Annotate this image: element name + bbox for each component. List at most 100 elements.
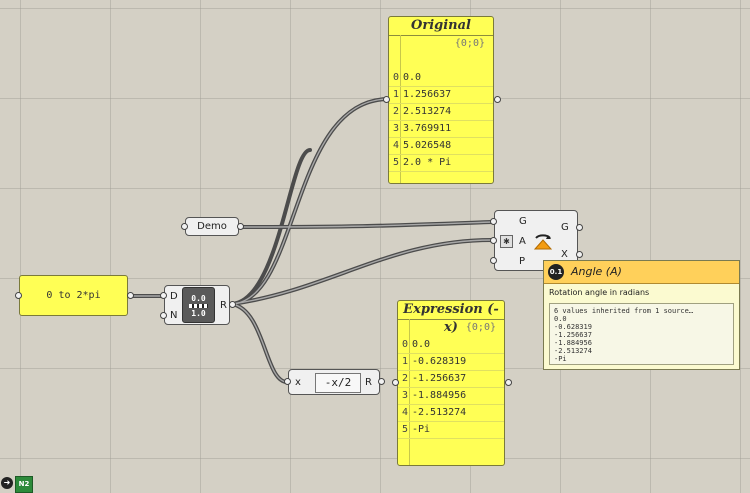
row-value: -1.884956 — [412, 390, 467, 401]
range-d-grip[interactable] — [160, 292, 167, 299]
panel-original[interactable]: Original {0;0} 0 0.0 1 1.256637 2 2.513274 3 3.… — [388, 16, 494, 184]
expression-output-r[interactable]: R — [365, 377, 372, 388]
number-param-icon: 0.1 — [548, 264, 564, 280]
tooltip-value-line: 6 values inherited from 1 source… — [554, 307, 694, 315]
row-value: 1.256637 — [403, 89, 452, 100]
row-index: 0 — [393, 72, 400, 83]
range-icon: 0.0 1.0 — [182, 287, 215, 323]
rotate-input-g[interactable]: G — [519, 216, 527, 227]
arrow-icon[interactable]: ➜ — [1, 477, 13, 489]
panel-expression-list: 0 0.0 1 -0.628319 2 -1.256637 3 -1.884956 4 -2.51… — [398, 337, 504, 439]
panel-original-list: 0 0.0 1 1.256637 2 2.513274 3 3.769911 4 5.026548… — [389, 70, 493, 172]
range-icon-bar — [189, 304, 208, 308]
row-value: 5.026548 — [403, 140, 452, 151]
panel-row: 5 -Pi — [398, 422, 504, 439]
row-value: -Pi — [412, 424, 431, 435]
row-value: 0.0 — [403, 72, 422, 83]
row-index: 4 — [393, 140, 400, 151]
tooltip-values: 6 values inherited from 1 source… 0.0 -0.6… — [549, 303, 734, 365]
range-icon-bottom: 1.0 — [191, 309, 206, 318]
row-value: -2.513274 — [412, 407, 467, 418]
row-index: 5 — [393, 157, 400, 168]
range-input-n[interactable]: N — [170, 310, 177, 321]
expression-component[interactable]: x -x/2 R — [288, 369, 380, 395]
tooltip-header: 0.1 Angle (A) — [544, 261, 739, 284]
row-index: 0 — [402, 339, 409, 350]
panel-original-title: Original — [389, 17, 493, 36]
rotate-a-input-grip[interactable] — [490, 237, 497, 244]
rotate-icon — [533, 234, 553, 250]
row-value: 0.0 — [412, 339, 431, 350]
tooltip-value-line: -Pi — [554, 355, 567, 363]
panel-original-input-grip[interactable] — [383, 96, 390, 103]
range-icon-top: 0.0 — [191, 294, 206, 303]
panel-domain-output-grip[interactable] — [127, 292, 134, 299]
row-index: 1 — [393, 89, 400, 100]
range-n-grip[interactable] — [160, 312, 167, 319]
panel-expression-path: {0;0} — [465, 322, 496, 333]
panel-row: 5 2.0 * Pi — [389, 155, 493, 172]
panel-row: 2 2.513274 — [389, 104, 493, 121]
row-value: 2.0 * Pi — [403, 157, 452, 168]
demo-input-grip[interactable] — [181, 223, 188, 230]
expression-input-x[interactable]: x — [295, 377, 301, 388]
panel-row: 0 0.0 — [398, 337, 504, 354]
row-index: 4 — [402, 407, 409, 418]
expression-x-grip[interactable] — [284, 378, 291, 385]
panel-original-path: {0;0} — [454, 38, 485, 49]
panel-row: 2 -1.256637 — [398, 371, 504, 388]
tooltip-description: Rotation angle in radians — [549, 288, 650, 297]
range-r-grip[interactable] — [229, 301, 236, 308]
rotate-input-a[interactable]: A — [519, 236, 526, 247]
panel-domain-input-grip[interactable] — [15, 292, 22, 299]
panel-row: 1 1.256637 — [389, 87, 493, 104]
angle-tooltip: 0.1 Angle (A) Rotation angle in radians … — [543, 260, 740, 370]
n2-icon[interactable]: N2 — [15, 476, 33, 493]
panel-expression[interactable]: Expression (-x) {0;0} 0 0.0 1 -0.628319 2 -1.… — [397, 300, 505, 466]
panel-original-output-grip[interactable] — [494, 96, 501, 103]
tooltip-value-line: -1.884956 — [554, 339, 592, 347]
row-index: 2 — [402, 373, 409, 384]
row-value: -0.628319 — [412, 356, 467, 367]
panel-expression-title: Expression (-x) — [398, 301, 504, 335]
range-component[interactable]: D N R 0.0 1.0 — [164, 285, 230, 325]
statusbar: ➜ N2 — [0, 475, 36, 493]
row-index: 2 — [393, 106, 400, 117]
row-index: 5 — [402, 424, 409, 435]
rotate-p-input-grip[interactable] — [490, 257, 497, 264]
tooltip-value-line: -0.628319 — [554, 323, 592, 331]
tooltip-value-line: -1.256637 — [554, 331, 592, 339]
row-value: 3.769911 — [403, 123, 452, 134]
rotate-g-input-grip[interactable] — [490, 218, 497, 225]
expression-r-grip[interactable] — [378, 378, 385, 385]
row-index: 3 — [393, 123, 400, 134]
panel-expression-output-grip[interactable] — [505, 379, 512, 386]
expression-flag-icon: ✱ — [500, 235, 513, 248]
rotate-x-output-grip[interactable] — [576, 251, 583, 258]
expression-text[interactable]: -x/2 — [315, 373, 361, 393]
row-index: 1 — [402, 356, 409, 367]
rotate-output-g[interactable]: G — [561, 222, 569, 233]
panel-domain[interactable]: 0 to 2*pi — [19, 275, 128, 316]
tooltip-value-line: -2.513274 — [554, 347, 592, 355]
canvas[interactable] — [0, 0, 750, 493]
panel-row: 3 3.769911 — [389, 121, 493, 138]
rotate-output-x[interactable]: X — [561, 249, 568, 260]
panel-row: 4 -2.513274 — [398, 405, 504, 422]
range-input-d[interactable]: D — [170, 291, 178, 302]
row-value: -1.256637 — [412, 373, 467, 384]
rotate-g-output-grip[interactable] — [576, 224, 583, 231]
range-output-r[interactable]: R — [220, 300, 227, 311]
tooltip-title: Angle (A) — [571, 265, 622, 278]
panel-domain-text: 0 to 2*pi — [46, 290, 101, 301]
panel-row: 1 -0.628319 — [398, 354, 504, 371]
row-index: 3 — [402, 390, 409, 401]
demo-output-grip[interactable] — [237, 223, 244, 230]
panel-expression-input-grip[interactable] — [392, 379, 399, 386]
row-value: 2.513274 — [403, 106, 452, 117]
demo-param[interactable]: Demo — [185, 217, 239, 236]
rotate-input-p[interactable]: P — [519, 256, 525, 267]
demo-param-label: Demo — [197, 221, 227, 232]
panel-row: 0 0.0 — [389, 70, 493, 87]
panel-row: 4 5.026548 — [389, 138, 493, 155]
